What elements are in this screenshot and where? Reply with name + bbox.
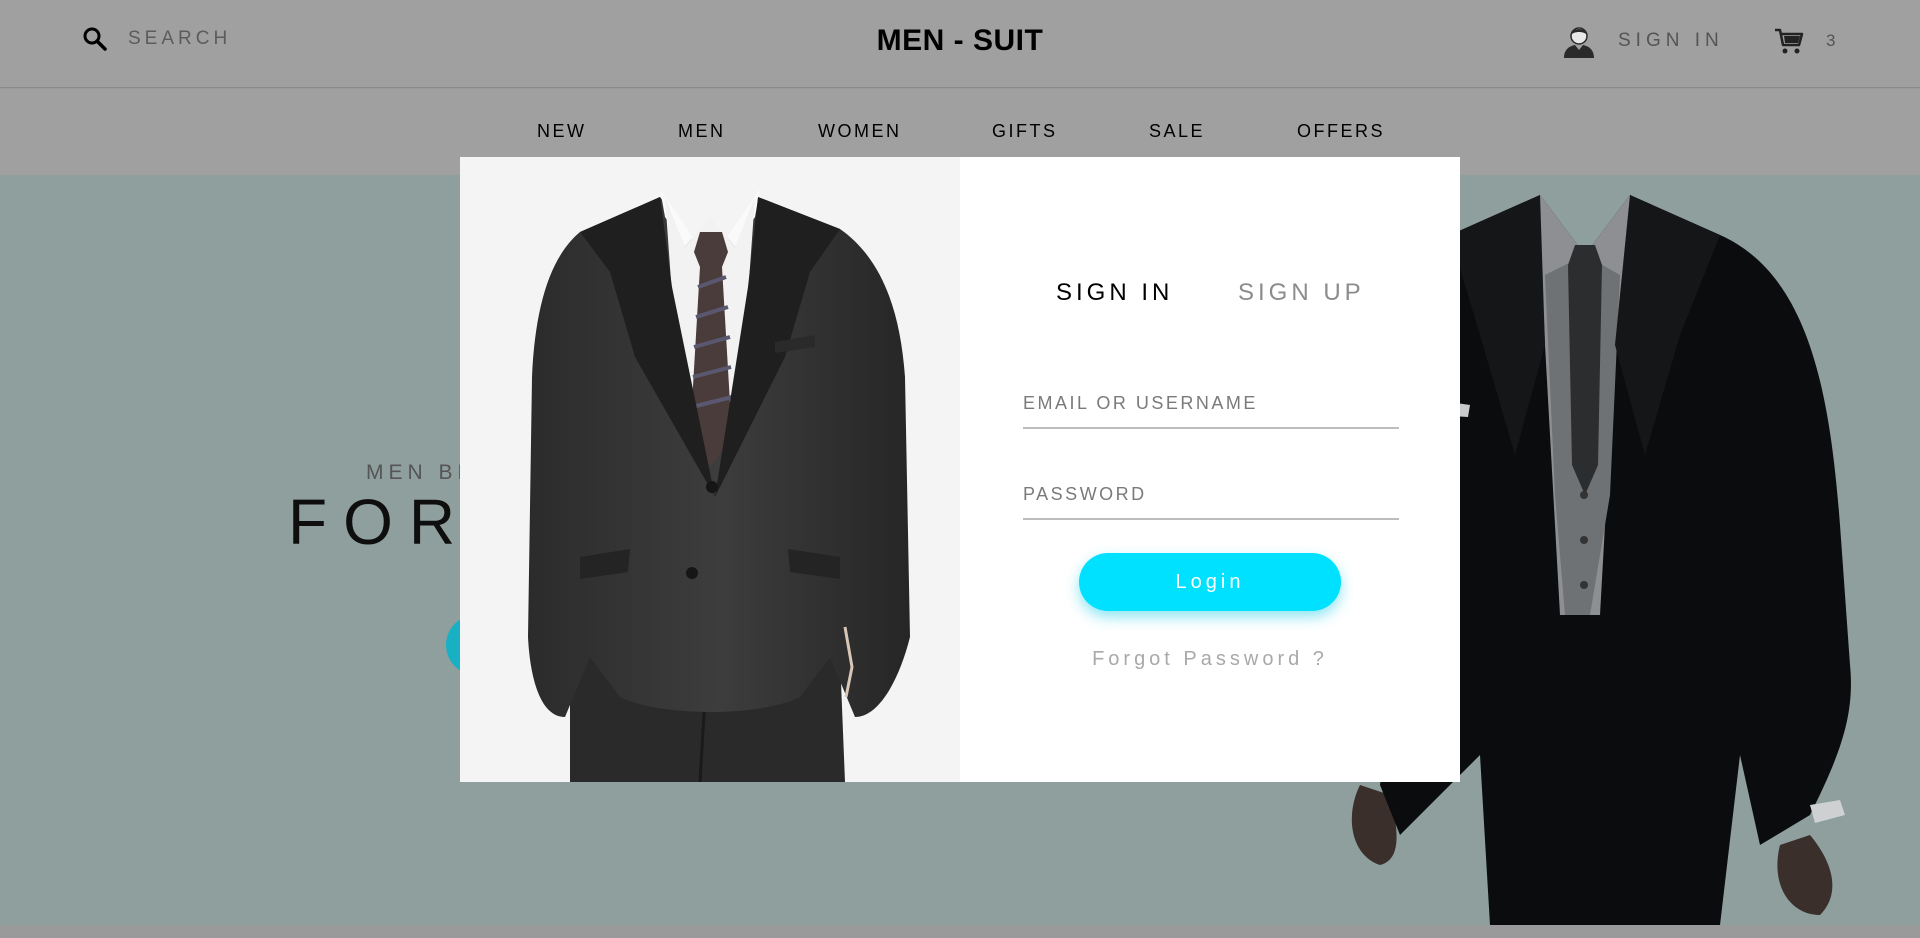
suit-illustration xyxy=(528,189,910,782)
signin-form: SIGN IN SIGN UP Login Forgot Password ? xyxy=(960,157,1460,782)
forgot-password-link[interactable]: Forgot Password ? xyxy=(960,648,1460,671)
login-button[interactable]: Login xyxy=(1079,553,1341,611)
nav-item-offers[interactable]: OFFERS xyxy=(1297,121,1385,142)
cart-icon xyxy=(1775,28,1804,54)
nav-item-men[interactable]: MEN xyxy=(678,121,726,142)
hero-title: FOR xyxy=(288,486,472,558)
header-signin-link[interactable]: SIGN IN xyxy=(1562,24,1724,58)
nav-item-new[interactable]: NEW xyxy=(537,121,587,142)
header-signin-label: SIGN IN xyxy=(1618,30,1724,51)
cart-count: 3 xyxy=(1826,31,1838,50)
cart-button[interactable]: 3 xyxy=(1774,26,1837,56)
tab-sign-in[interactable]: SIGN IN xyxy=(1056,279,1173,307)
top-header: MEN - SUIT SIGN IN 3 xyxy=(0,0,1920,88)
password-field-wrapper xyxy=(1023,474,1399,520)
nav-item-gifts[interactable]: GIFTS xyxy=(992,121,1058,142)
email-field-wrapper xyxy=(1023,383,1399,429)
page: MEN - SUIT SIGN IN 3 NEW MEN WOMEN GIFT xyxy=(0,0,1920,938)
password-input[interactable] xyxy=(1023,474,1399,514)
tab-sign-up[interactable]: SIGN UP xyxy=(1238,279,1365,307)
user-icon xyxy=(1564,27,1594,58)
email-username-input[interactable] xyxy=(1023,383,1399,423)
hero-eyebrow: MEN BL xyxy=(366,461,475,484)
modal-suit-image xyxy=(460,157,960,782)
signin-modal: SIGN IN SIGN UP Login Forgot Password ? xyxy=(460,157,1460,782)
nav-item-sale[interactable]: SALE xyxy=(1149,121,1205,142)
nav-item-women[interactable]: WOMEN xyxy=(818,121,902,142)
page-bottom-strip xyxy=(0,925,1920,938)
